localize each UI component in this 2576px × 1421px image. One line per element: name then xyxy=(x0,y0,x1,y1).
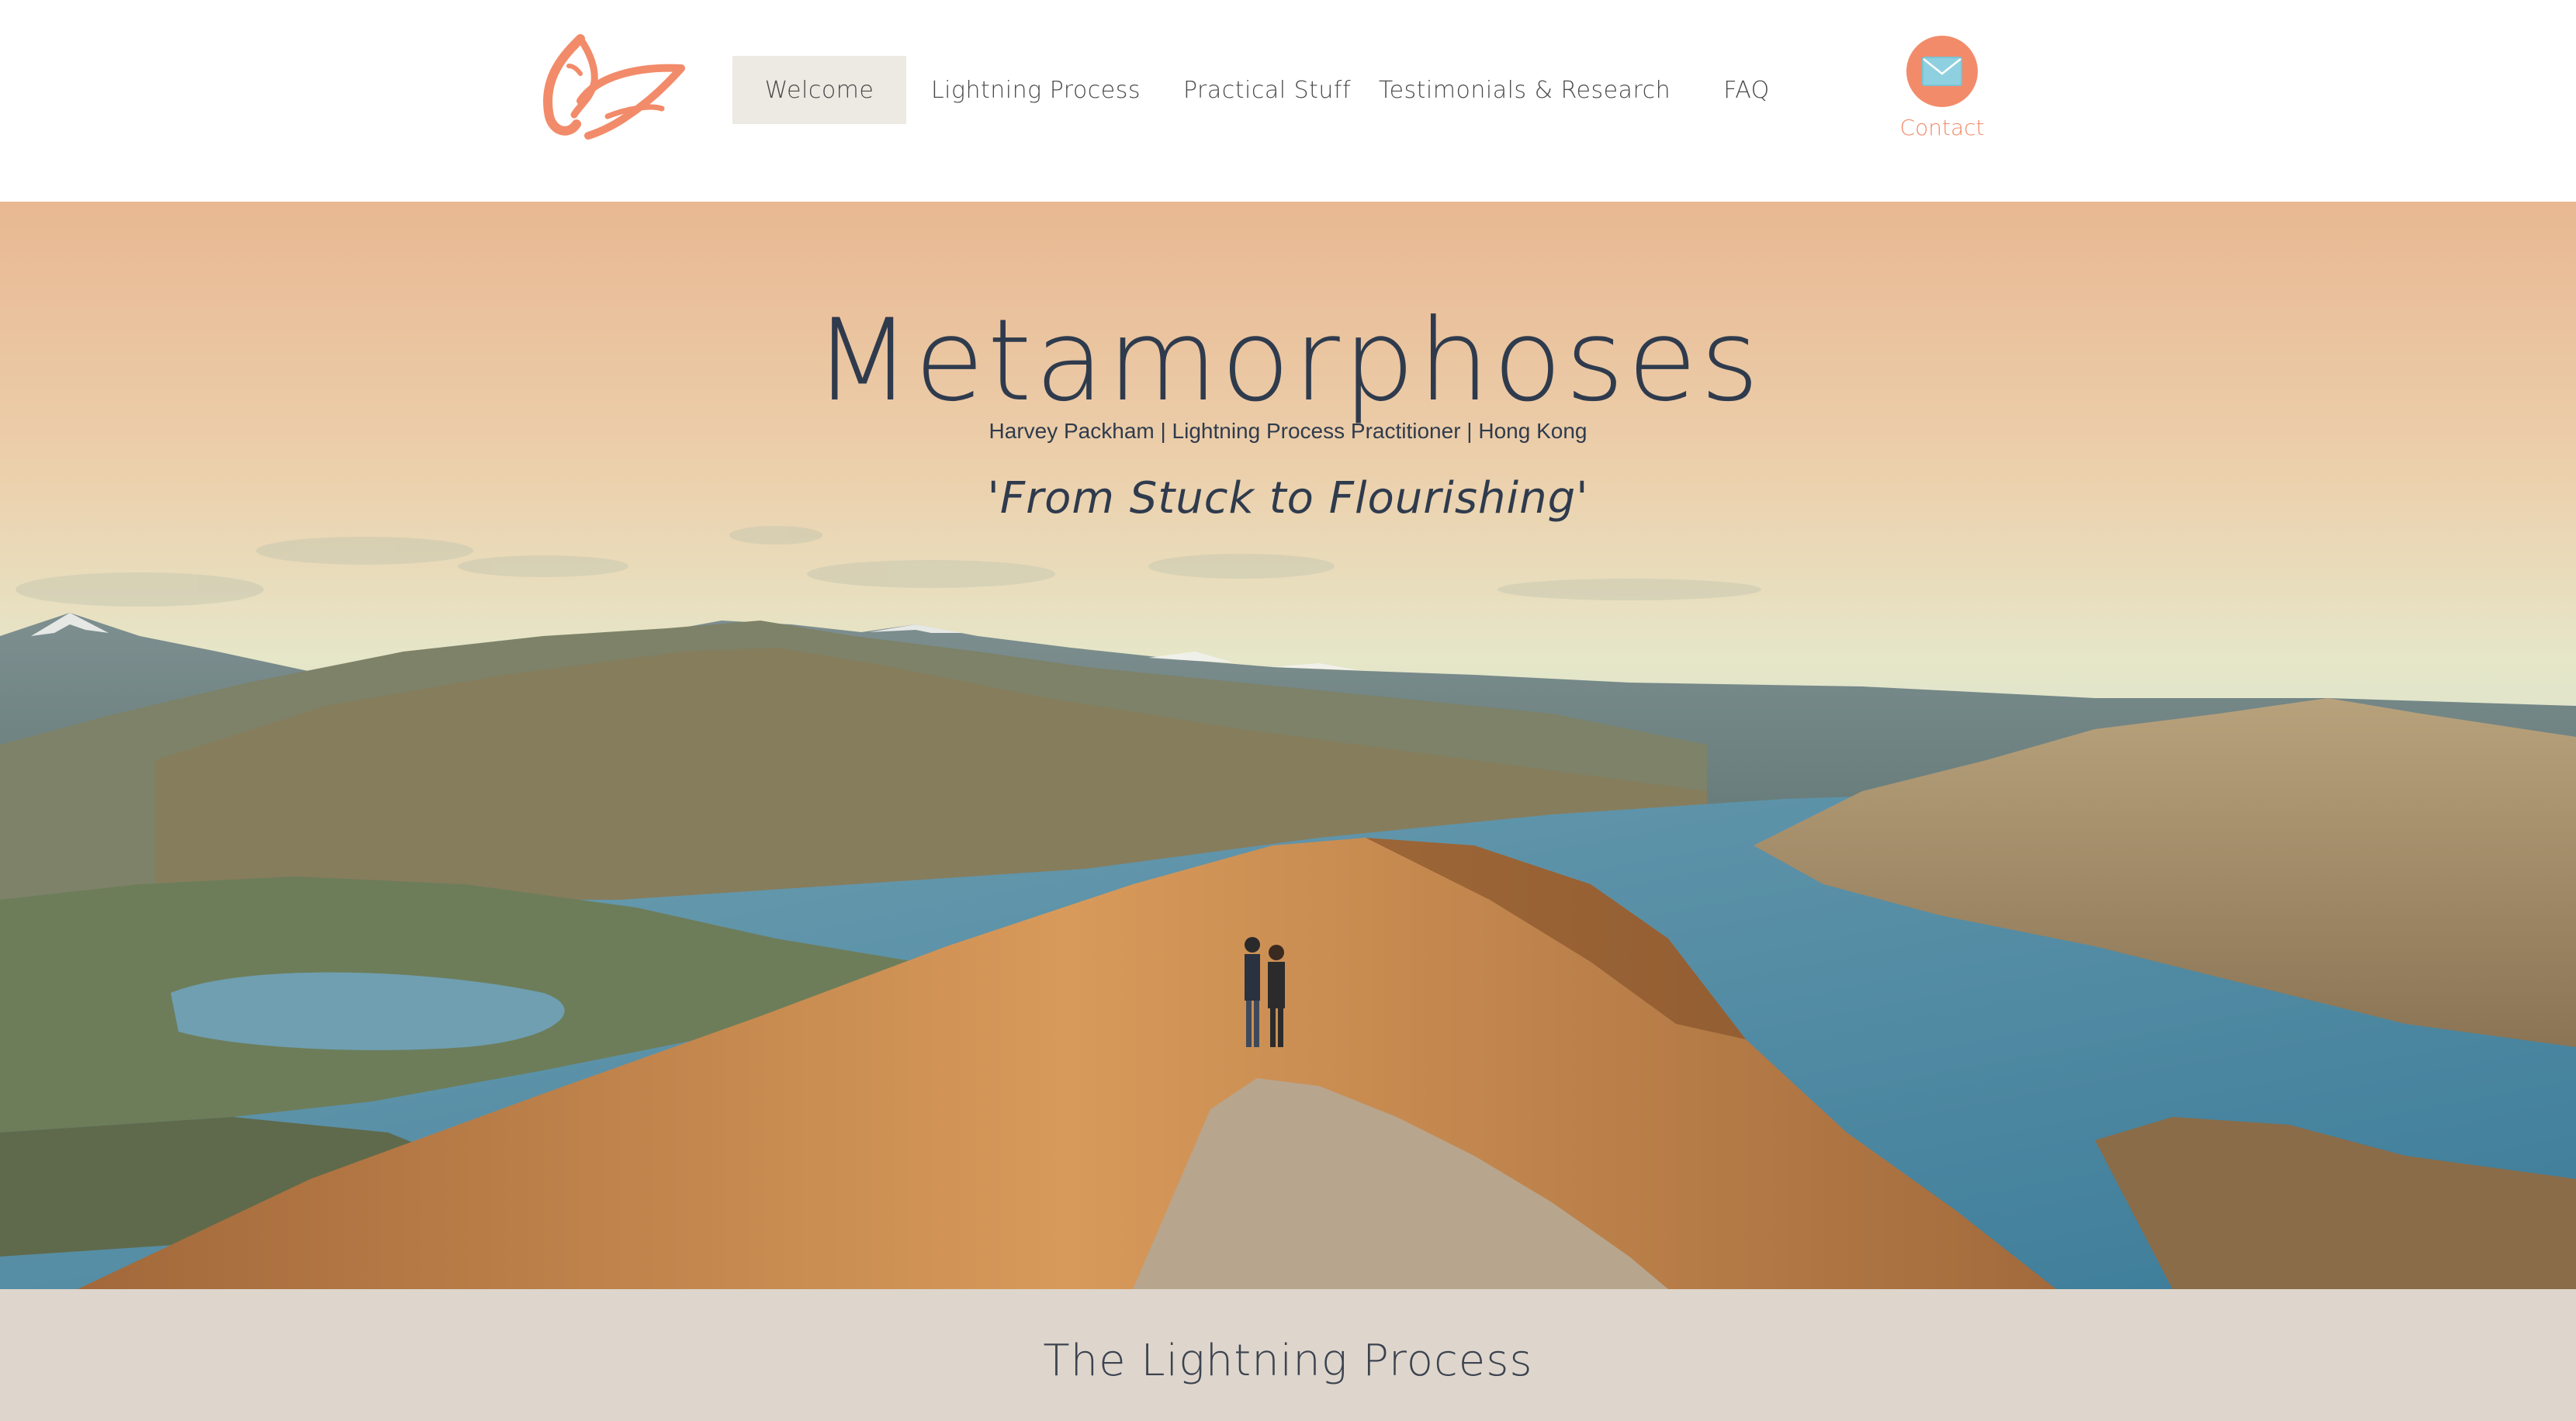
main-nav: Welcome Lightning Process Practical Stuf… xyxy=(732,56,1813,124)
section-title: The Lightning Process xyxy=(1043,1336,1533,1386)
butterfly-logo-icon[interactable] xyxy=(534,31,689,147)
nav-item-testimonials-research[interactable]: Testimonials & Research xyxy=(1369,56,1681,124)
nav-item-practical-stuff[interactable]: Practical Stuff xyxy=(1165,56,1369,124)
lightning-process-section: The Lightning Process xyxy=(0,1289,2576,1421)
nav-item-lightning-process[interactable]: Lightning Process xyxy=(906,56,1165,124)
contact-button[interactable]: Contact xyxy=(1898,36,1986,140)
nav-item-label: Welcome xyxy=(764,76,874,104)
nav-item-faq[interactable]: FAQ xyxy=(1681,56,1813,124)
contact-circle[interactable] xyxy=(1906,36,1978,107)
nav-item-label: Lightning Process xyxy=(930,76,1141,104)
envelope-icon xyxy=(1922,57,1962,86)
nav-item-label: FAQ xyxy=(1723,76,1770,104)
hero-banner: Metamorphoses Harvey Packham | Lightning… xyxy=(0,202,2576,1289)
nav-item-label: Practical Stuff xyxy=(1182,76,1352,104)
site-header: Welcome Lightning Process Practical Stuf… xyxy=(0,0,2576,202)
contact-label: Contact xyxy=(1899,115,1985,140)
nav-item-welcome[interactable]: Welcome xyxy=(732,56,906,124)
nav-item-label: Testimonials & Research xyxy=(1378,76,1671,104)
hero-tagline: 'From Stuck to Flourishing' xyxy=(987,473,1589,524)
hero-subtitle: Harvey Packham | Lightning Process Pract… xyxy=(989,419,1587,443)
hero-title: Metamorphoses xyxy=(813,295,1763,427)
